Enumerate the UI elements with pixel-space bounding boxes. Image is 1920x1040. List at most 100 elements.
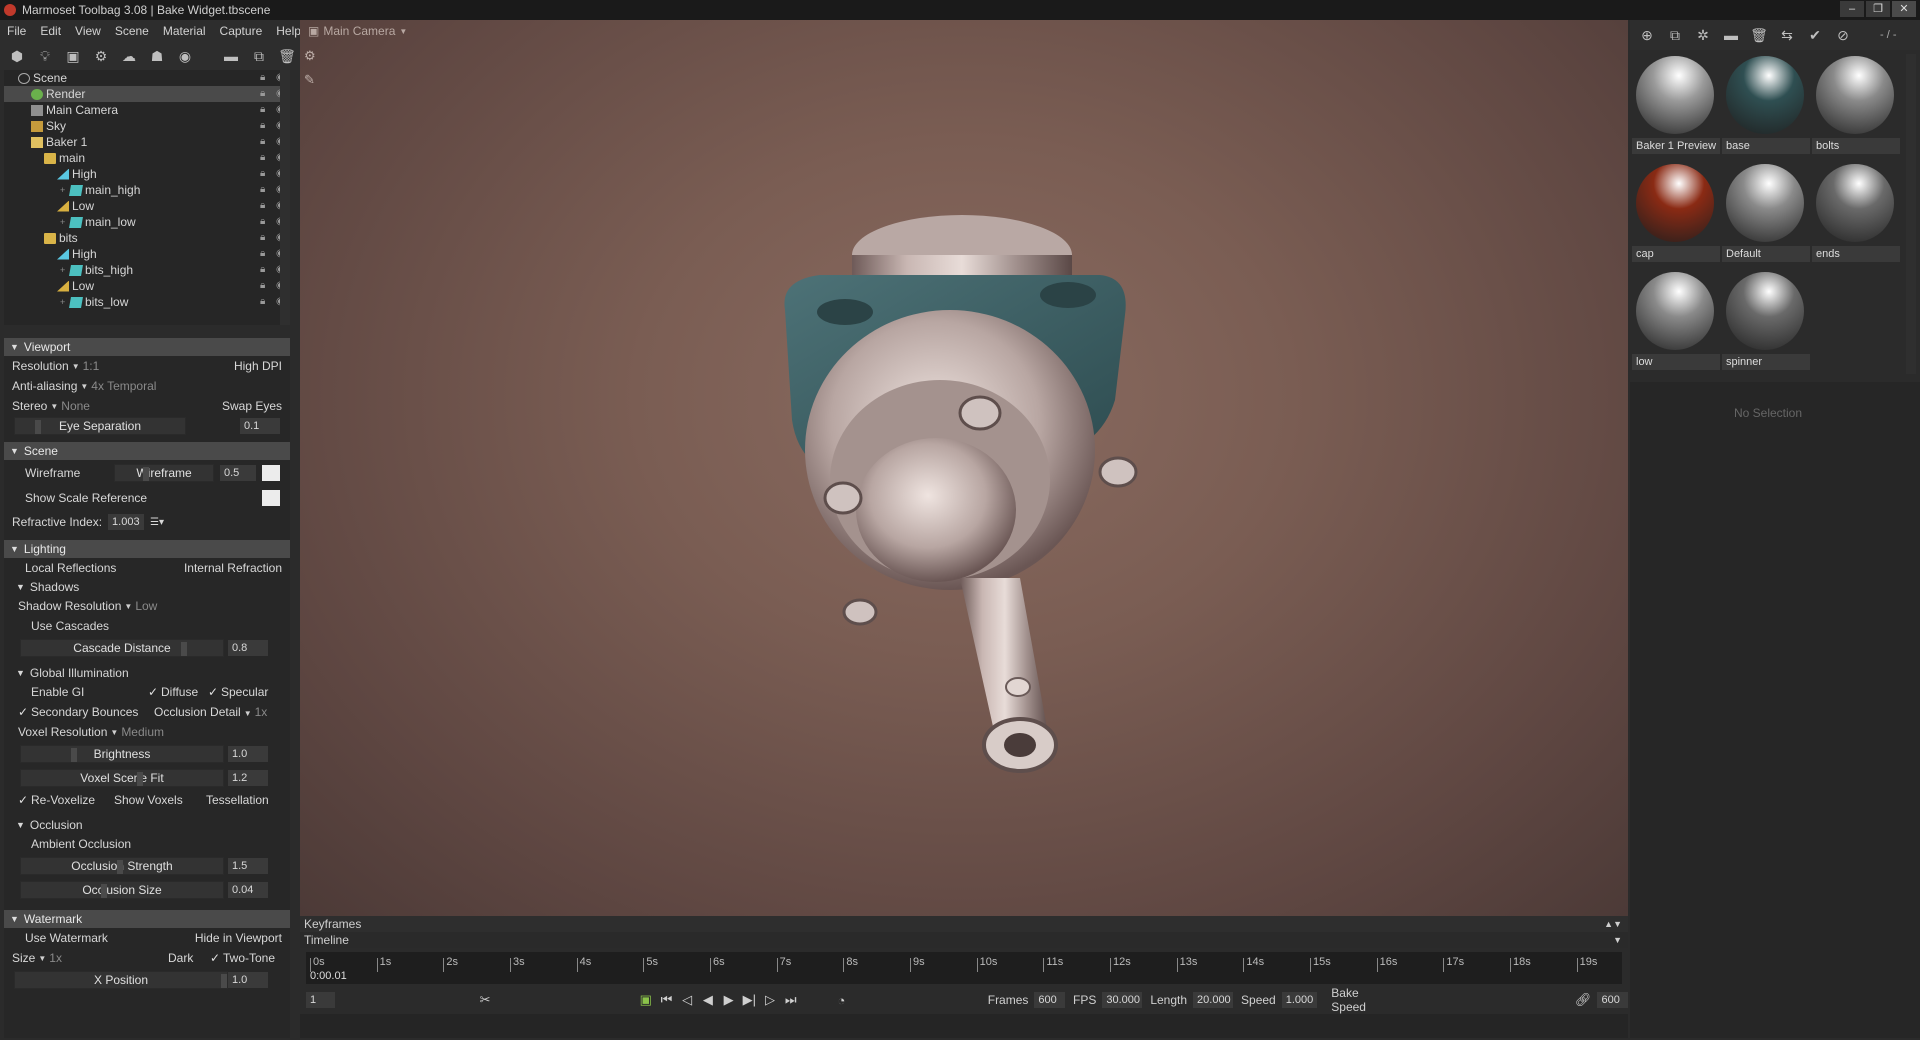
lock-icon[interactable]: 🔒︎ <box>260 297 270 307</box>
material-scrollbar[interactable] <box>1906 54 1916 374</box>
delete-material-icon[interactable]: 🗑︎ <box>1750 26 1768 44</box>
eye-separation-value[interactable]: 0.1 <box>240 418 280 434</box>
add-object-icon[interactable]: ⬢ <box>8 47 26 65</box>
cascade-distance-slider[interactable]: Cascade Distance <box>20 639 224 657</box>
menu-edit[interactable]: Edit <box>33 24 68 38</box>
cascade-distance-value[interactable]: 0.8 <box>228 640 268 656</box>
material-grid-icon[interactable]: ✲ <box>1694 26 1712 44</box>
expand-icon[interactable]: ▼ <box>1613 932 1622 948</box>
material-thumbnail[interactable]: cap <box>1632 162 1720 270</box>
frame-field[interactable]: 1 <box>306 992 335 1008</box>
step-back-key-icon[interactable]: ◁ <box>677 992 698 1008</box>
expand-icon[interactable]: + <box>60 265 68 275</box>
lock-icon[interactable]: 🔒︎ <box>260 249 270 259</box>
gi-subsection-header[interactable]: ▼ Global Illumination <box>4 664 290 682</box>
tree-item[interactable]: Low🔒︎◉ <box>4 198 290 214</box>
menu-view[interactable]: View <box>68 24 108 38</box>
material-thumbnail[interactable]: Default <box>1722 162 1810 270</box>
occlusion-subsection-header[interactable]: ▼ Occlusion <box>4 816 290 834</box>
expand-icon[interactable]: + <box>60 297 68 307</box>
size-dropdown[interactable]: 1x <box>49 951 62 965</box>
voxel-resolution-dropdown[interactable]: Medium <box>121 725 164 739</box>
tree-scrollbar[interactable] <box>280 70 290 325</box>
assign-material-icon[interactable]: ⇆ <box>1778 26 1796 44</box>
high-dpi-checkbox[interactable]: High DPI <box>234 359 282 373</box>
dark-checkbox[interactable]: Dark <box>168 951 193 965</box>
occlusion-strength-value[interactable]: 1.5 <box>228 858 268 874</box>
show-voxels-checkbox[interactable]: Show Voxels <box>114 793 183 807</box>
close-button[interactable]: ✕ <box>1892 1 1916 17</box>
add-baker-icon[interactable]: ⚙ <box>92 47 110 65</box>
wireframe-value[interactable]: 0.5 <box>220 465 256 481</box>
lock-icon[interactable]: 🔒︎ <box>260 121 270 131</box>
tree-item[interactable]: +bits_low🔒︎◉ <box>4 294 290 310</box>
lock-icon[interactable]: 🔒︎ <box>260 281 270 291</box>
menu-capture[interactable]: Capture <box>213 24 270 38</box>
brightness-value[interactable]: 1.0 <box>228 746 268 762</box>
shadows-subsection-header[interactable]: ▼ Shadows <box>4 578 290 596</box>
skip-to-end-icon[interactable]: ⏭ <box>780 992 801 1008</box>
eye-separation-slider[interactable]: Eye Separation <box>14 417 186 435</box>
lock-icon[interactable]: 🔒︎ <box>260 105 270 115</box>
chevron-down-icon[interactable]: ▼ <box>38 954 46 963</box>
add-sky-icon[interactable]: ◉ <box>176 47 194 65</box>
refractive-index-field[interactable]: 1.003 <box>108 514 145 530</box>
lock-icon[interactable]: 🔒︎ <box>260 89 270 99</box>
lock-icon[interactable]: 🔒︎ <box>260 201 270 211</box>
tree-item[interactable]: Scene🔒︎◉ <box>4 70 290 86</box>
add-material-icon[interactable]: ⊕ <box>1638 26 1656 44</box>
wireframe-slider[interactable]: Wireframe <box>114 464 214 482</box>
brightness-slider[interactable]: Brightness <box>20 745 224 763</box>
occlusion-detail-dropdown[interactable]: 1x <box>255 705 268 719</box>
tree-item[interactable]: bits🔒︎◉ <box>4 230 290 246</box>
lock-icon[interactable]: 🔒︎ <box>260 73 270 83</box>
check-icon[interactable]: ✔ <box>1806 26 1824 44</box>
aa-dropdown[interactable]: 4x Temporal <box>91 379 156 393</box>
scene-section-header[interactable]: ▼ Scene <box>4 442 290 460</box>
tree-item[interactable]: High🔒︎◉ <box>4 166 290 182</box>
menu-icon[interactable]: ☰▾ <box>150 517 164 528</box>
step-forward-key-icon[interactable]: ▷ <box>760 992 781 1008</box>
tree-item[interactable]: Render🔒︎◉ <box>4 86 290 102</box>
speed-field[interactable]: 1.000 <box>1281 992 1318 1008</box>
revoxelize-checkmark-icon[interactable]: ✓ <box>18 793 28 807</box>
loop-icon[interactable]: ▣ <box>635 992 656 1008</box>
minimize-button[interactable]: – <box>1840 1 1864 17</box>
swap-eyes-checkbox[interactable]: Swap Eyes <box>222 399 282 413</box>
delete-icon[interactable]: 🗑︎ <box>278 47 296 65</box>
step-back-icon[interactable]: ◀ <box>698 992 719 1008</box>
chevron-down-icon[interactable]: ▼ <box>72 362 80 371</box>
add-camera-icon[interactable]: ▣ <box>64 47 82 65</box>
material-thumbnail[interactable]: spinner <box>1722 270 1810 378</box>
lock-icon[interactable]: 🔒︎ <box>260 217 270 227</box>
tree-item[interactable]: Sky🔒︎◉ <box>4 118 290 134</box>
two-tone-checkmark-icon[interactable]: ✓ <box>210 951 220 965</box>
lighting-section-header[interactable]: ▼ Lighting <box>4 540 290 558</box>
lock-icon[interactable]: 🔒︎ <box>260 233 270 243</box>
tree-item[interactable]: +main_high🔒︎◉ <box>4 182 290 198</box>
material-thumbnail[interactable]: base <box>1722 54 1810 162</box>
tree-item[interactable]: Baker 1🔒︎◉ <box>4 134 290 150</box>
expand-icon[interactable]: + <box>60 185 68 195</box>
voxel-scene-fit-slider[interactable]: Voxel Scene Fit <box>20 769 224 787</box>
scissors-icon[interactable]: ✂ <box>475 992 496 1008</box>
maximize-button[interactable]: ❐ <box>1866 1 1890 17</box>
diffuse-checkmark-icon[interactable]: ✓ <box>148 685 158 699</box>
occlusion-size-slider[interactable]: Occlusion Size <box>20 881 224 899</box>
tree-item[interactable]: High🔒︎◉ <box>4 246 290 262</box>
menu-file[interactable]: File <box>0 24 33 38</box>
tree-item[interactable]: +bits_high🔒︎◉ <box>4 262 290 278</box>
add-light-icon[interactable]: 💡︎ <box>36 47 54 65</box>
tree-item[interactable]: Low🔒︎◉ <box>4 278 290 294</box>
fps-field[interactable]: 30.000 <box>1102 992 1143 1008</box>
skip-to-start-icon[interactable]: ⏮ <box>656 992 677 1008</box>
occlusion-size-value[interactable]: 0.04 <box>228 882 268 898</box>
keyframe-track[interactable] <box>300 1014 1628 1038</box>
tessellation-checkbox[interactable]: Tessellation <box>206 793 269 807</box>
viewport-section-header[interactable]: ▼ Viewport <box>4 338 290 356</box>
x-position-value[interactable]: 1.0 <box>228 972 268 988</box>
chevron-down-icon[interactable]: ▼ <box>244 709 252 718</box>
add-folder-icon[interactable]: ▬ <box>222 47 240 65</box>
wireframe-color-swatch[interactable] <box>262 465 280 481</box>
tree-item[interactable]: main🔒︎◉ <box>4 150 290 166</box>
